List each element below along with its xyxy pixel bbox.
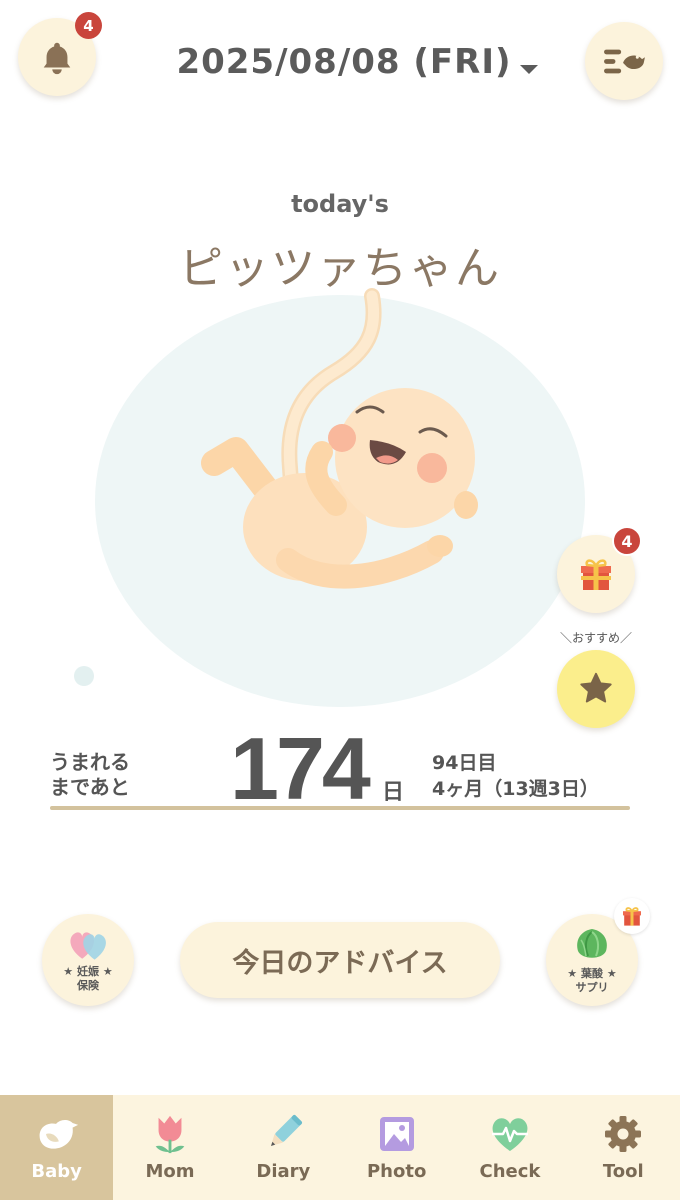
nav-tab-mom[interactable]: Mom xyxy=(113,1095,226,1200)
date-label: 2025/08/08 (FRI) xyxy=(176,42,512,82)
menu-button[interactable] xyxy=(585,22,663,100)
today-caption: today's xyxy=(291,190,389,218)
supplement-label-line1: ★ 葉酸 ★ xyxy=(567,966,617,980)
nav-tab-check[interactable]: Check xyxy=(453,1095,566,1200)
insurance-label-line1: ★ 妊娠 ★ xyxy=(63,964,113,978)
photo-icon xyxy=(375,1113,419,1155)
gestation-age: 4ヶ月（13週3日） xyxy=(432,778,599,800)
nav-label: Diary xyxy=(256,1161,311,1182)
gift-icon xyxy=(623,907,641,926)
recommend-button[interactable] xyxy=(557,650,635,728)
day-number: 94日目 xyxy=(432,752,497,774)
caret-down-icon xyxy=(519,64,538,74)
supplement-label-line2: サプリ xyxy=(575,980,609,994)
nav-label: Mom xyxy=(145,1161,195,1182)
bell-icon xyxy=(43,42,71,75)
pregnancy-insurance-button[interactable]: ★ 妊娠 ★ 保険 xyxy=(42,914,134,1006)
baby-ear xyxy=(454,491,478,519)
nav-label: Check xyxy=(479,1161,541,1182)
nav-tab-tool[interactable]: Tool xyxy=(567,1095,680,1200)
bottom-nav: Baby Mom Diary Photo Check Tool xyxy=(0,1095,680,1200)
baby-cheek-left xyxy=(328,424,356,452)
hearts-icon xyxy=(70,931,106,960)
days-unit: 日 xyxy=(382,780,405,805)
nav-tab-photo[interactable]: Photo xyxy=(340,1095,453,1200)
notification-count-badge: 4 xyxy=(75,12,102,39)
gift-count-badge: 4 xyxy=(612,526,642,556)
tulip-icon xyxy=(148,1113,192,1155)
bird-icon xyxy=(35,1113,79,1155)
date-selector[interactable]: 2025/08/08 (FRI) xyxy=(157,38,557,86)
nav-tab-diary[interactable]: Diary xyxy=(227,1095,340,1200)
baby-foot xyxy=(427,535,453,557)
menu-icon xyxy=(604,49,645,74)
nav-label: Baby xyxy=(31,1161,82,1182)
todays-advice-button[interactable]: 今日のアドバイス xyxy=(180,922,500,998)
countdown-label: うまれる まであと xyxy=(50,750,130,800)
nav-tab-baby[interactable]: Baby xyxy=(0,1095,114,1200)
gift-icon xyxy=(581,559,611,590)
supplement-gift-badge xyxy=(614,898,650,934)
nav-label: Tool xyxy=(602,1161,644,1182)
baby-head xyxy=(335,388,475,528)
heart-pulse-icon xyxy=(488,1113,532,1155)
decor-dot xyxy=(74,666,94,686)
baby-cheek-right xyxy=(417,453,447,483)
countdown-label-line1: うまれる xyxy=(50,750,130,774)
days-remaining: 174 xyxy=(230,719,371,818)
pencil-icon xyxy=(261,1113,305,1155)
app-screen: 4 2025/08/08 (FRI) today's ピッツァちゃん 4 ＼おす… xyxy=(0,0,680,1200)
insurance-label-line2: 保険 xyxy=(77,978,99,992)
pregnancy-progress: 94日目 4ヶ月（13週3日） xyxy=(432,750,599,802)
star-icon xyxy=(580,672,612,703)
recommend-label: ＼おすすめ／ xyxy=(559,631,632,645)
countdown-divider xyxy=(50,806,630,810)
countdown-label-line2: まであと xyxy=(50,775,130,799)
lettuce-icon xyxy=(577,928,607,958)
nav-label: Photo xyxy=(366,1161,427,1182)
todays-advice-label: 今日のアドバイス xyxy=(232,947,448,979)
gear-icon xyxy=(601,1113,645,1155)
